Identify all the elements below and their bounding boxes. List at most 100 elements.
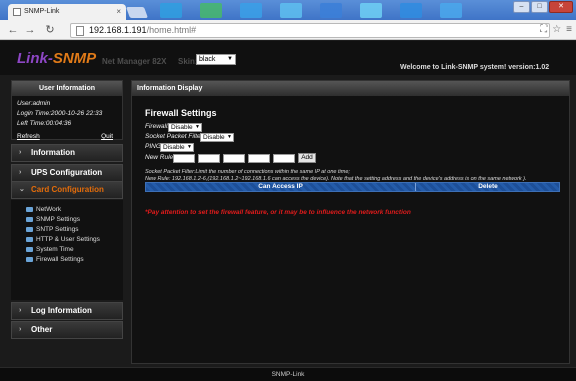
folder-icon: [26, 207, 33, 212]
submenu-item-system-time[interactable]: System Time: [26, 245, 74, 255]
app-logo: Link-SNMP: [17, 50, 96, 67]
page-footer: SNMP-Link: [0, 367, 576, 381]
section-title: Firewall Settings: [145, 108, 217, 118]
tab-close-icon[interactable]: ×: [116, 7, 121, 16]
panel-title: Information Display: [132, 81, 569, 96]
submenu-item-sntp-settings[interactable]: SNTP Settings: [26, 225, 79, 235]
user-name: User:admin: [17, 100, 51, 107]
logo-link-text: Link: [17, 50, 48, 67]
menu-label: Other: [31, 325, 53, 334]
chevron-down-icon: ⌄: [19, 186, 25, 193]
url-host: 192.168.1.191: [89, 25, 147, 35]
new-rule-row: New Rule:: [145, 154, 175, 161]
translate-icon[interactable]: ⛶: [540, 24, 547, 35]
rules-table-header: Can Access IP Delete: [145, 182, 560, 192]
submenu-label: Firewall Settings: [36, 256, 84, 263]
socket-filter-row: Socket Packet Filter:: [145, 133, 205, 140]
ip-range-end-input[interactable]: [273, 154, 295, 163]
socket-filter-note: Socket Packet Filter:Limit the number of…: [145, 169, 350, 175]
desktop-icon: [200, 3, 222, 18]
browser-toolbar: ← → ↻ 192.168.1.191/home.html# ⛶ ☆ ≡: [0, 20, 576, 40]
skin-select[interactable]: black ▼: [196, 54, 236, 65]
desktop-icon: [400, 3, 422, 18]
submenu-item-network[interactable]: NetWork: [26, 205, 61, 215]
col-can-access-ip: Can Access IP: [146, 183, 416, 191]
menu-label: UPS Configuration: [31, 168, 103, 177]
left-time: Left Time:00:04:36: [17, 120, 72, 127]
ping-value: Disable: [163, 144, 185, 151]
ip-octet-2-input[interactable]: [198, 154, 220, 163]
content-panel: Information Display Firewall Settings Fi…: [131, 80, 570, 364]
page-favicon-icon: [13, 8, 21, 16]
menu-log-information[interactable]: › Log Information: [11, 302, 123, 320]
submenu-label: SNTP Settings: [36, 226, 79, 233]
submenu-label: NetWork: [36, 206, 62, 213]
bookmark-star-icon[interactable]: ☆: [552, 24, 561, 35]
browser-tab-bar: SNMP-Link × – □ ✕: [0, 0, 576, 20]
back-arrow-icon[interactable]: ←: [6, 23, 20, 37]
folder-icon: [26, 247, 33, 252]
user-info-panel: User Information User:admin Login Time:2…: [11, 80, 123, 140]
ip-octet-4-input[interactable]: [248, 154, 270, 163]
socket-filter-value: Disable: [203, 134, 225, 141]
dropdown-arrow-icon: ▼: [227, 56, 233, 62]
desktop-icon: [440, 3, 462, 18]
reload-icon[interactable]: ↻: [43, 23, 57, 37]
quit-link[interactable]: Quit: [101, 133, 113, 140]
window-controls: – □ ✕: [513, 1, 573, 14]
ping-select[interactable]: Disable ▼: [160, 143, 194, 152]
skin-label: Skin:: [178, 57, 198, 66]
browser-tab[interactable]: SNMP-Link ×: [8, 4, 126, 20]
submenu-item-http-user-settings[interactable]: HTTP & User Settings: [26, 235, 100, 245]
menu-other[interactable]: › Other: [11, 321, 123, 339]
product-subtitle: Net Manager 82X: [102, 57, 167, 66]
firewall-value: Disable: [171, 124, 193, 131]
folder-icon: [26, 257, 33, 262]
logo-snmp-text: SNMP: [52, 50, 97, 67]
minimize-icon[interactable]: –: [513, 1, 530, 13]
dropdown-arrow-icon: ▼: [227, 134, 232, 140]
app-header: Link-SNMP Net Manager 82X Skin: black ▼ …: [0, 41, 576, 75]
desktop-icon: [240, 3, 262, 18]
ip-octet-3-input[interactable]: [223, 154, 245, 163]
submenu-item-firewall-settings[interactable]: Firewall Settings: [26, 255, 84, 265]
folder-icon: [26, 227, 33, 232]
chevron-right-icon: ›: [19, 307, 22, 314]
menu-hamburger-icon[interactable]: ≡: [566, 24, 572, 35]
welcome-message: Welcome to Link-SNMP system! version:1.0…: [400, 64, 550, 71]
desktop-icon: [160, 3, 182, 18]
ip-octet-1-input[interactable]: [173, 154, 195, 163]
submenu-item-snmp-settings[interactable]: SNMP Settings: [26, 215, 80, 225]
socket-filter-label: Socket Packet Filter:: [145, 133, 205, 140]
submenu-label: HTTP & User Settings: [36, 236, 100, 243]
socket-filter-select[interactable]: Disable ▼: [200, 133, 234, 142]
menu-information[interactable]: › Information: [11, 144, 123, 162]
address-bar[interactable]: 192.168.1.191/home.html#: [70, 23, 550, 38]
login-time: Login Time:2000-10-26 22:33: [17, 110, 103, 117]
desktop-icons: [150, 1, 480, 19]
menu-card-configuration[interactable]: ⌄ Card Configuration: [11, 181, 123, 199]
new-tab-button[interactable]: [125, 7, 149, 18]
submenu-label: SNMP Settings: [36, 216, 80, 223]
maximize-icon[interactable]: □: [531, 1, 548, 13]
chevron-right-icon: ›: [19, 326, 22, 333]
refresh-link[interactable]: Refresh: [17, 133, 40, 140]
col-delete: Delete: [478, 183, 498, 190]
menu-label: Information: [31, 148, 75, 157]
desktop-icon: [280, 3, 302, 18]
url-path: /home.html#: [146, 25, 197, 35]
new-rule-label: New Rule:: [145, 154, 175, 161]
close-window-icon[interactable]: ✕: [549, 1, 573, 13]
sidebar: User Information User:admin Login Time:2…: [11, 80, 123, 364]
chevron-right-icon: ›: [19, 169, 22, 176]
desktop-icon: [360, 3, 382, 18]
forward-arrow-icon[interactable]: →: [23, 23, 37, 37]
firewall-row: Firewall:: [145, 123, 169, 130]
chevron-right-icon: ›: [19, 149, 22, 156]
menu-ups-configuration[interactable]: › UPS Configuration: [11, 164, 123, 182]
firewall-select[interactable]: Disable ▼: [168, 123, 202, 132]
desktop-icon: [320, 3, 342, 18]
user-info-title: User Information: [12, 81, 122, 96]
add-rule-button[interactable]: Add: [298, 153, 316, 163]
folder-icon: [26, 237, 33, 242]
